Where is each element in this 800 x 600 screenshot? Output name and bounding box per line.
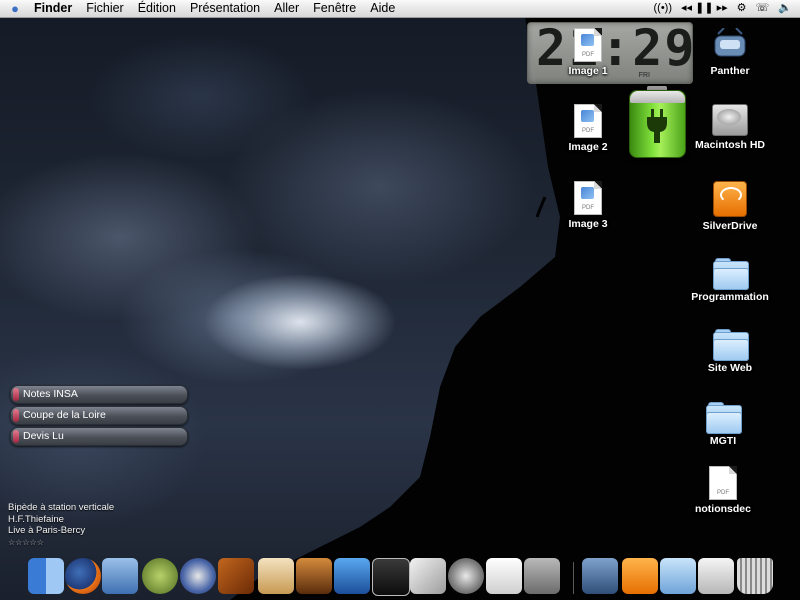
applications-folder-icon[interactable] — [660, 558, 696, 594]
menu-extras: ((•)) ◂◂ ❚❚ ▸▸ ⚙ ☏ 🔈 — [654, 0, 793, 17]
shortcut-coupe-de-la-loire[interactable]: Coupe de la Loire — [10, 406, 188, 425]
address-book-icon[interactable] — [258, 558, 294, 594]
mail-icon[interactable] — [102, 558, 138, 594]
volume-icon[interactable]: 🔈 — [778, 0, 792, 17]
shortcut-marker — [13, 430, 19, 443]
folder-icon — [713, 329, 749, 361]
desktop-icon-site-web[interactable]: Site Web — [685, 329, 775, 374]
battery-widget[interactable] — [629, 90, 686, 158]
home-folder-icon[interactable] — [698, 558, 734, 594]
shortcut-marker — [13, 409, 19, 422]
desktop-icon-label: MGTI — [709, 435, 737, 447]
photo-icon[interactable] — [296, 558, 332, 594]
network-icon[interactable] — [180, 558, 216, 594]
track-artist: H.F.Thiefaine — [8, 513, 64, 525]
shortcut-marker — [13, 388, 19, 401]
textedit-icon[interactable] — [486, 558, 522, 594]
desktop-icon-label: Site Web — [707, 362, 753, 374]
menu-fenetre[interactable]: Fenêtre — [306, 0, 363, 17]
apple-menu-icon[interactable]: ● — [0, 1, 30, 16]
silverdrive-icon[interactable] — [622, 558, 658, 594]
menu-aller[interactable]: Aller — [267, 0, 306, 17]
clock-day: FRI — [638, 72, 650, 79]
shortcut-devis-lu[interactable]: Devis Lu — [10, 427, 188, 446]
shortcut-label: Notes INSA — [23, 388, 78, 400]
airport-icon[interactable]: ((•)) — [654, 0, 673, 17]
desktop-icon-silverdrive[interactable]: SilverDrive — [685, 181, 775, 232]
desktop-icon-label: notionsdec — [694, 503, 751, 515]
shortcut-label: Devis Lu — [23, 430, 64, 442]
itunes-icon[interactable] — [448, 558, 484, 594]
desktop-icon-image-1[interactable]: PDF Image 1 — [543, 28, 633, 77]
desktop-icon-label: Panther — [710, 65, 750, 77]
desktop-icon-label: Image 3 — [568, 218, 608, 230]
firefox-icon[interactable] — [65, 558, 101, 594]
firewire-icon — [713, 181, 747, 217]
desktop-icon-label: Image 2 — [568, 141, 608, 153]
menu-bar: ● Finder Fichier Édition Présentation Al… — [0, 0, 800, 18]
shortcut-label: Coupe de la Loire — [23, 409, 106, 421]
phone-icon[interactable]: ☏ — [756, 0, 770, 17]
desktop-icon-image-2[interactable]: PDF Image 2 — [543, 104, 633, 153]
track-title: Bipède à station verticale — [8, 502, 115, 513]
desktop-icon-label: Programmation — [691, 291, 769, 303]
firewire-drive-icon — [714, 28, 746, 57]
menu-app-finder[interactable]: Finder — [30, 0, 79, 17]
plug-icon — [647, 109, 667, 143]
desktop-icon-macintosh-hd[interactable]: Macintosh HD — [685, 104, 775, 151]
itunes-controls-icon[interactable]: ◂◂ ❚❚ ▸▸ — [681, 0, 728, 17]
terminal-icon[interactable] — [372, 558, 410, 596]
desktop-icon-label: SilverDrive — [702, 220, 758, 232]
pdf-document-icon: PDF — [574, 104, 602, 138]
pdf-document-icon: PDF — [574, 181, 602, 215]
desktop-icon-image-3[interactable]: PDF Image 3 — [543, 181, 633, 230]
finder-icon[interactable] — [28, 558, 64, 594]
folder-icon — [706, 402, 742, 434]
panther-drive-icon[interactable] — [582, 558, 618, 594]
track-album: Live à Paris-Bercy — [8, 525, 86, 536]
menu-edition[interactable]: Édition — [131, 0, 183, 17]
hard-drive-icon — [712, 104, 748, 136]
desktop-icon-panther[interactable]: Panther — [685, 28, 775, 77]
script-editor-icon[interactable] — [410, 558, 446, 594]
desktop-icon-label: Macintosh HD — [694, 139, 765, 151]
desktop-icon-programmation[interactable]: Programmation — [685, 258, 775, 303]
desktop-icon-notionsdec[interactable]: PDF notionsdec — [678, 466, 768, 515]
pdf-document-icon: PDF — [574, 28, 602, 62]
desktop-icon-mgti[interactable]: MGTI — [678, 402, 768, 447]
shortcut-notes-insa[interactable]: Notes INSA — [10, 385, 188, 404]
adium-icon[interactable] — [142, 558, 178, 594]
now-playing-info: Bipède à station verticale H.F.Thiefaine… — [8, 502, 114, 548]
track-rating[interactable]: ☆☆☆☆☆ — [8, 537, 114, 549]
trash-icon[interactable] — [737, 558, 773, 594]
dock-separator — [573, 562, 574, 594]
imovie-icon[interactable] — [334, 558, 370, 594]
system-gear-icon[interactable]: ⚙ — [737, 0, 747, 17]
folder-icon — [713, 258, 749, 290]
instruments-icon[interactable] — [218, 558, 254, 594]
menu-presentation[interactable]: Présentation — [183, 0, 267, 17]
menu-aide[interactable]: Aide — [363, 0, 402, 17]
desktop-icon-label: Image 1 — [568, 65, 608, 77]
dock — [0, 556, 800, 600]
menu-fichier[interactable]: Fichier — [79, 0, 131, 17]
pdf-document-icon: PDF — [709, 466, 737, 500]
system-icon[interactable] — [524, 558, 560, 594]
battery-top — [630, 91, 685, 103]
